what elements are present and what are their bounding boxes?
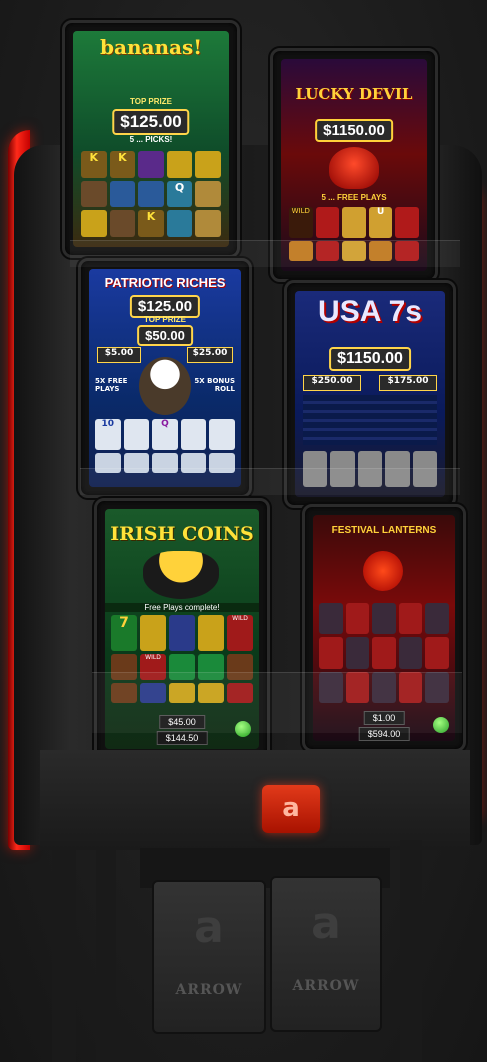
symbol-tile	[425, 603, 449, 635]
game-title: FESTIVAL LANTERNS	[331, 525, 437, 536]
devil-mascot-icon	[329, 147, 379, 189]
lantern-icon	[363, 551, 403, 591]
pedal-brand-text: ARROW	[292, 978, 360, 994]
gem-icon	[395, 207, 419, 238]
game-screen-usa-7s[interactable]: USA 7s $1150.00 $250.00 $175.00	[295, 291, 445, 497]
game-title: LUCKY DEVIL	[295, 85, 413, 103]
fruit-icon	[81, 210, 107, 237]
screen-bezel-3: PATRIOTIC RICHES $125.00 TOP PRIZE $50.0…	[78, 258, 252, 498]
bonus-roll-note: 5X BONUS ROLL	[194, 377, 235, 393]
glass-divider	[92, 672, 462, 733]
symbol-tile	[345, 603, 370, 635]
game-screen-bananas[interactable]: bananas! TOP PRIZE $125.00 5 ... PICKS! …	[73, 31, 229, 247]
symbol-q: Q	[152, 419, 178, 450]
game-title: USA 7s	[318, 295, 422, 328]
arrow-logo-plate: a	[262, 785, 320, 833]
top-prize-value: $125.00	[112, 109, 190, 135]
symbol-grid: K K Q K	[81, 151, 221, 237]
game-screen-patriotic-riches[interactable]: PATRIOTIC RICHES $125.00 TOP PRIZE $50.0…	[89, 269, 241, 487]
glass-divider	[70, 240, 460, 267]
pot-of-gold-icon	[143, 551, 219, 599]
glass-divider	[80, 468, 460, 495]
left-prize-value: $5.00	[97, 347, 141, 363]
symbol-tile	[425, 637, 449, 669]
game-title: IRISH COINS	[110, 523, 254, 545]
stand-leg-right	[400, 840, 422, 1062]
horseshoe-icon	[140, 615, 166, 651]
right-prize-value: $175.00	[379, 375, 437, 391]
symbol-wild: WILD	[227, 615, 253, 651]
bell-icon	[342, 207, 366, 238]
stand-leg-left	[52, 848, 76, 1062]
top-prize-label: TOP PRIZE	[130, 97, 172, 106]
symbol-wild: WILD	[289, 207, 313, 238]
symbol-tile	[372, 603, 396, 635]
left-prize-value: $250.00	[303, 375, 361, 391]
symbol-k: K	[81, 151, 107, 178]
symbol-tile	[319, 603, 343, 635]
second-prize-value: $50.00	[137, 325, 193, 346]
symbol-ten: 10	[95, 419, 121, 450]
picks-label: 5 ... PICKS!	[129, 135, 173, 144]
fruit-icon	[166, 151, 193, 178]
symbol-grid: 10 Q	[95, 419, 235, 473]
horseshoe-icon	[195, 180, 221, 208]
seven-icon: 7	[111, 615, 137, 651]
symbol-j	[166, 210, 193, 237]
symbol-tile	[372, 637, 396, 669]
free-plays-banner: Free Plays complete!	[105, 603, 259, 612]
symbol-tile	[319, 637, 343, 669]
foot-pedal-right[interactable]: a ARROW	[270, 876, 382, 1032]
arrow-logo-icon: a	[194, 902, 224, 953]
free-plays-note: 5X FREE PLAYS	[95, 377, 128, 393]
symbol-tile	[345, 637, 370, 669]
arrow-logo-icon: a	[282, 793, 300, 823]
symbol-j	[109, 180, 136, 208]
key-icon	[198, 615, 224, 651]
symbol-q	[209, 419, 235, 450]
pedal-brand-text: ARROW	[175, 982, 243, 998]
horseshoe-icon	[195, 210, 221, 237]
coin-icon	[169, 615, 195, 651]
symbol-tile	[398, 637, 423, 669]
eagle-icon	[180, 419, 207, 450]
stand-leg-left-inner	[96, 848, 116, 1062]
pay-table	[303, 395, 437, 445]
monkey-icon	[81, 180, 107, 208]
symbol-k: K	[138, 210, 164, 237]
symbol-q: Q	[166, 180, 193, 208]
eagle-icon	[139, 357, 191, 415]
symbol-tile	[398, 603, 423, 635]
free-plays-label: 5 ... FREE PLAYS	[321, 193, 387, 202]
top-prize-value: $1150.00	[329, 347, 411, 371]
gem-icon	[315, 207, 340, 238]
symbol-j	[138, 180, 164, 208]
flag-icon	[123, 419, 150, 450]
top-prize-value: $1150.00	[315, 119, 393, 142]
top-prize-label: TOP PRIZE	[144, 315, 186, 324]
arrow-logo-icon: a	[311, 898, 341, 949]
monkey-icon	[109, 210, 136, 237]
foot-pedal-left[interactable]: a ARROW	[152, 880, 266, 1034]
win-readout: $144.50	[156, 731, 208, 745]
cabinet-base	[40, 750, 470, 850]
screen-bezel-1: bananas! TOP PRIZE $125.00 5 ... PICKS! …	[62, 20, 240, 258]
grape-icon	[138, 151, 164, 178]
game-title: bananas!	[100, 35, 202, 59]
fruit-icon	[195, 151, 221, 178]
symbol-u: U	[368, 207, 393, 238]
right-prize-value: $25.00	[187, 347, 233, 363]
symbol-k: K	[109, 151, 136, 178]
game-title: PATRIOTIC RICHES	[104, 275, 226, 290]
